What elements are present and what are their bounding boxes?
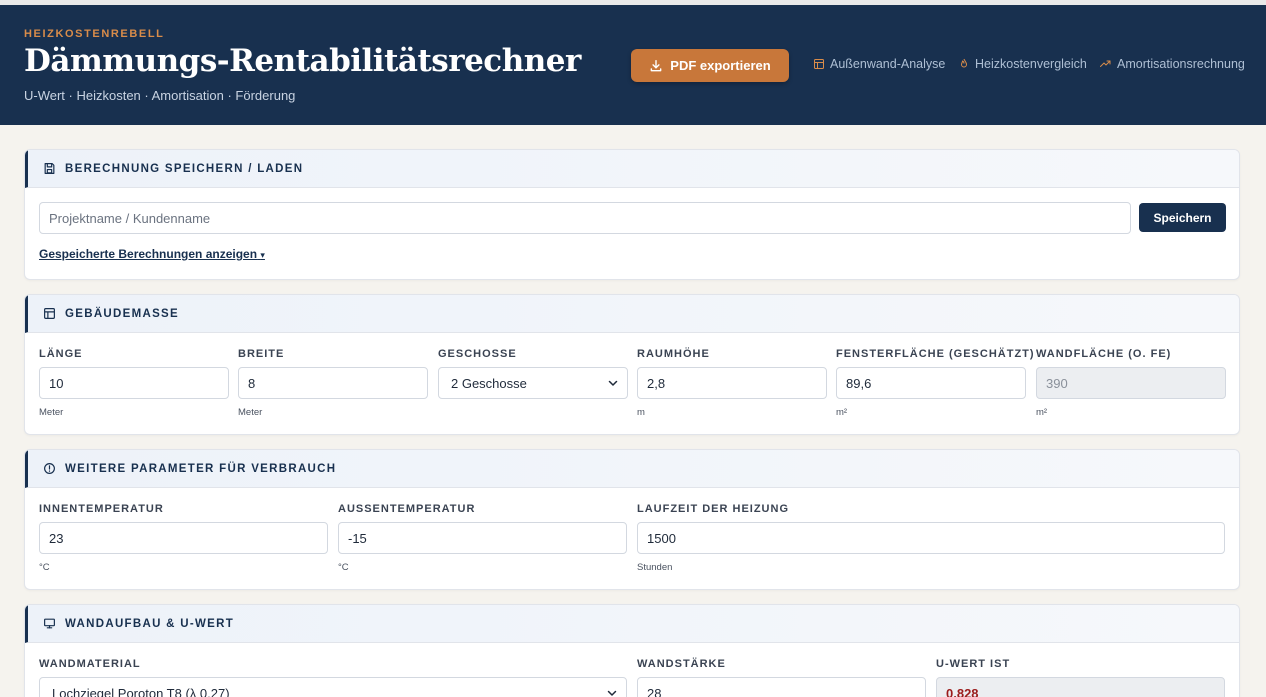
saved-calculations-link[interactable]: Gespeicherte Berechnungen anzeigen ▾ xyxy=(39,247,265,261)
field-label-wandstaerke: WANDSTÄRKE xyxy=(637,658,726,670)
wandflaeche-readonly: 390 xyxy=(1036,367,1226,399)
unit-label: Meter xyxy=(39,407,64,418)
save-button[interactable]: Speichern xyxy=(1139,203,1226,232)
layout-icon xyxy=(44,308,55,319)
wandmaterial-select[interactable]: Lochziegel Poroton T8 (λ 0,27) xyxy=(39,677,627,697)
nav-label: Heizkostenvergleich xyxy=(975,57,1087,71)
saved-link-label: Gespeicherte Berechnungen anzeigen xyxy=(39,247,258,261)
field-label-wandflaeche: WANDFLÄCHE (O. FE) xyxy=(1036,348,1172,360)
raumhoehe-input[interactable]: 2,8 xyxy=(637,367,827,399)
nav-link-aussenwand[interactable]: Außenwand-Analyse xyxy=(813,57,945,71)
nav-label: Außenwand-Analyse xyxy=(830,57,946,71)
project-name-input[interactable]: Projektname / Kundenname xyxy=(39,202,1131,234)
nav-link-heizkosten[interactable]: Heizkostenvergleich xyxy=(958,57,1087,71)
page-subtitle: U-Wert · Heizkosten · Amortisation · För… xyxy=(24,88,296,103)
brand-kicker: HEIZKOSTENREBELL xyxy=(24,28,165,40)
pdf-export-label: PDF exportieren xyxy=(670,58,771,73)
select-value: 2 Geschosse xyxy=(451,375,527,391)
card-header: BERECHNUNG SPEICHERN / LADEN xyxy=(25,150,1239,188)
field-label-breite: BREITE xyxy=(238,348,285,360)
wandstaerke-input[interactable]: 28 xyxy=(637,677,926,697)
card-title: WEITERE PARAMETER FÜR VERBRAUCH xyxy=(65,462,337,475)
unit-label: °C xyxy=(338,562,349,573)
unit-label: °C xyxy=(39,562,50,573)
nav-link-amortisation[interactable]: Amortisationsrechnung xyxy=(1099,57,1245,71)
aussentemperatur-input[interactable]: -15 xyxy=(338,522,627,554)
card-header: GEBÄUDEMASSE xyxy=(25,295,1239,333)
card-header: WANDAUFBAU & U-WERT xyxy=(25,605,1239,643)
download-icon xyxy=(650,59,662,71)
laenge-input[interactable]: 10 xyxy=(39,367,229,399)
monitor-icon xyxy=(44,618,55,629)
innentemperatur-input[interactable]: 23 xyxy=(39,522,328,554)
unit-label: m² xyxy=(836,407,848,418)
flame-icon xyxy=(961,58,967,68)
consumption-params-card: WEITERE PARAMETER FÜR VERBRAUCH INNENTEM… xyxy=(24,449,1240,590)
field-label-innentemperatur: INNENTEMPERATUR xyxy=(39,503,164,515)
breite-input[interactable]: 8 xyxy=(238,367,428,399)
page-title: Dämmungs-Rentabilitätsrechner xyxy=(24,43,581,79)
unit-label: m² xyxy=(1036,407,1048,418)
pdf-export-button[interactable]: PDF exportieren xyxy=(631,49,789,82)
field-label-aussentemperatur: AUSSENTEMPERATUR xyxy=(338,503,476,515)
alert-circle-icon xyxy=(44,463,55,474)
app-header: HEIZKOSTENREBELL Dämmungs-Rentabilitätsr… xyxy=(0,5,1266,125)
layout-icon xyxy=(814,59,824,69)
save-load-card: BERECHNUNG SPEICHERN / LADEN Projektname… xyxy=(24,149,1240,280)
geschosse-select[interactable]: 2 Geschosse xyxy=(438,367,628,399)
nav-label: Amortisationsrechnung xyxy=(1117,57,1245,71)
field-label-u-wert-ist: U-WERT IST xyxy=(936,658,1011,670)
u-wert-ist-readonly: 0,828 xyxy=(936,677,1225,697)
card-title: WANDAUFBAU & U-WERT xyxy=(65,617,235,630)
chevron-down-icon xyxy=(608,380,618,386)
building-dimensions-card: GEBÄUDEMASSE LÄNGE 10 Meter BREITE 8 Met… xyxy=(24,294,1240,435)
field-label-wandmaterial: WANDMATERIAL xyxy=(39,658,141,670)
select-value: Lochziegel Poroton T8 (λ 0,27) xyxy=(52,685,230,697)
field-label-fensterflaeche: FENSTERFLÄCHE (GESCHÄTZT) xyxy=(836,348,1035,360)
fensterflaeche-input[interactable]: 89,6 xyxy=(836,367,1026,399)
unit-label: Meter xyxy=(238,407,263,418)
card-title: BERECHNUNG SPEICHERN / LADEN xyxy=(65,162,304,175)
field-label-laufzeit: LAUFZEIT DER HEIZUNG xyxy=(637,503,789,515)
chevron-down-icon: ▾ xyxy=(260,250,265,260)
trending-up-icon xyxy=(1100,60,1111,67)
save-icon xyxy=(44,163,55,174)
unit-label: m xyxy=(637,407,645,418)
field-label-laenge: LÄNGE xyxy=(39,348,83,360)
card-title: GEBÄUDEMASSE xyxy=(65,307,180,320)
field-label-geschosse: GESCHOSSE xyxy=(438,348,517,360)
field-label-raumhoehe: RAUMHÖHE xyxy=(637,348,710,360)
unit-label: Stunden xyxy=(637,562,673,573)
wall-construction-card: WANDAUFBAU & U-WERT WANDMATERIAL Lochzie… xyxy=(24,604,1240,697)
laufzeit-input[interactable]: 1500 xyxy=(637,522,1225,554)
chevron-down-icon xyxy=(607,690,617,696)
card-header: WEITERE PARAMETER FÜR VERBRAUCH xyxy=(25,450,1239,488)
